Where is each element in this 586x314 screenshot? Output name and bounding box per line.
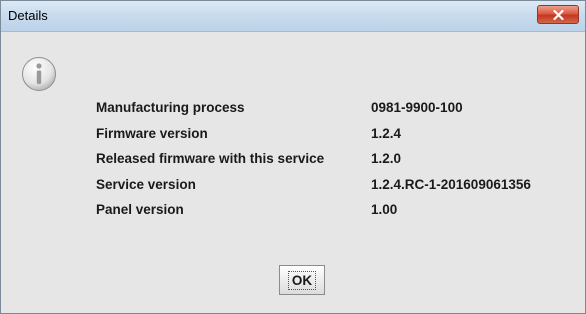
ok-button[interactable]: OK [279, 265, 325, 295]
close-icon [553, 10, 564, 20]
detail-value: 1.2.4.RC-1-201609061356 [371, 176, 531, 192]
title-bar[interactable]: Details [1, 1, 585, 32]
detail-label: Manufacturing process [96, 100, 245, 116]
detail-row-service-version: Service version 1.2.4.RC-1-201609061356 [96, 172, 531, 198]
ok-button-label: OK [287, 270, 317, 290]
details-table: Manufacturing process 0981-9900-100 Firm… [96, 95, 531, 223]
detail-label: Released firmware with this service [96, 151, 325, 167]
detail-row-firmware-version: Firmware version 1.2.4 [96, 121, 531, 147]
info-icon [22, 57, 56, 91]
detail-value: 0981-9900-100 [371, 100, 463, 116]
detail-value: 1.2.4 [371, 125, 402, 141]
dialog-title: Details [8, 8, 48, 23]
detail-label: Firmware version [96, 125, 208, 141]
details-dialog: Details Manufacturing process 0981-9900-… [0, 0, 586, 314]
detail-label: Service version [96, 176, 196, 192]
detail-row-panel-version: Panel version 1.00 [96, 197, 531, 223]
detail-value: 1.2.0 [371, 151, 402, 167]
detail-row-released-firmware: Released firmware with this service 1.2.… [96, 146, 531, 172]
close-button[interactable] [537, 5, 579, 24]
detail-value: 1.00 [371, 202, 398, 218]
detail-label: Panel version [96, 202, 184, 218]
detail-row-manufacturing-process: Manufacturing process 0981-9900-100 [96, 95, 531, 121]
